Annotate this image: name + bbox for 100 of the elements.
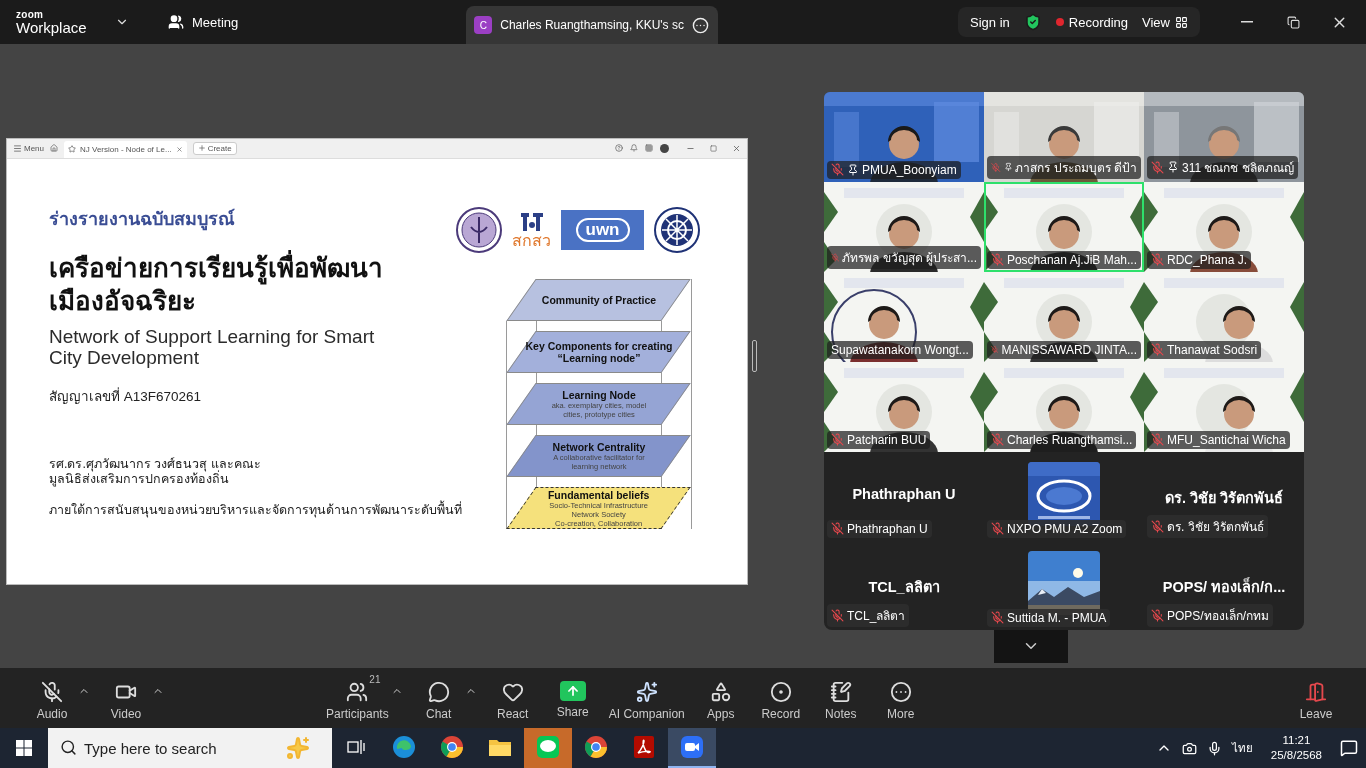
pin-icon (1167, 161, 1179, 173)
browser-tab[interactable]: NJ Version - Node of Le... (64, 140, 187, 158)
brand-mark: zoom (16, 9, 45, 20)
toolbar-button[interactable]: 21 Participants (320, 675, 395, 721)
mic-off-icon (991, 522, 1004, 535)
mic-off-icon (831, 163, 844, 176)
users-icon (168, 14, 184, 30)
participant-name: NXPO PMU A2 Zoom (1007, 521, 1123, 536)
video-tile[interactable]: PMUA_Boonyiam (824, 91, 984, 182)
mic-icon[interactable] (1206, 740, 1222, 756)
taskbar-app[interactable] (668, 728, 716, 768)
author-line: รศ.ดร.ศุภวัฒนากร วงศ์ธนวสุ และคณะ (49, 456, 261, 472)
apps-icon (709, 681, 732, 703)
shield-check-icon (1023, 13, 1042, 31)
leave-button[interactable]: Leave (1286, 675, 1346, 721)
record-icon (769, 681, 792, 703)
edge-icon (392, 735, 416, 759)
toolbar-button[interactable]: Chat (408, 675, 469, 721)
toolbar-button[interactable]: Video (96, 675, 156, 721)
toolbar-button[interactable]: React (482, 675, 543, 721)
mic-off-icon (991, 433, 1004, 446)
participant-display-name: POPS/ ทองเล็ก/ก... (1162, 576, 1286, 593)
video-tile[interactable]: MFU_Santichai Wicha (1144, 361, 1304, 452)
task-view-icon (347, 739, 365, 755)
video-tile[interactable]: Poschanan Aj.JiB Mah... (984, 181, 1144, 272)
pin-icon (1003, 161, 1013, 173)
participant-name: Patcharin BUU (847, 432, 927, 447)
toolbar-button[interactable]: Notes (810, 675, 871, 721)
pin-icon (847, 163, 859, 176)
mic-off-icon (831, 608, 844, 622)
pdf-icon (633, 735, 655, 759)
video-app-icon (680, 735, 704, 759)
recording-label: Recording (1068, 14, 1129, 30)
mic-off-icon (1151, 160, 1164, 174)
video-tile[interactable]: MANISSAWARD JINTA... (984, 271, 1144, 362)
english-title: Network of Support Learning for Smart (49, 325, 375, 347)
grid-icon (1175, 15, 1188, 29)
chat-icon (427, 681, 450, 703)
resize-handle[interactable] (752, 340, 757, 372)
video-tile[interactable]: Charles Ruangthamsi... (984, 361, 1144, 452)
clock-time: 11:21 (1282, 733, 1311, 748)
clock[interactable]: 11:21 25/8/2568 (1270, 733, 1322, 763)
toolbar-button[interactable]: Audio (22, 675, 82, 721)
menu-icon (13, 143, 22, 153)
close-icon[interactable] (175, 145, 183, 153)
participant-name: 311 ชณกช ชลิตภณญ์ (1182, 159, 1294, 177)
toolbar-button[interactable]: Share (542, 675, 603, 719)
share-tab[interactable]: C Charles Ruangthamsing, KKU's sc (466, 6, 719, 44)
meeting-tab[interactable]: Meeting (162, 13, 245, 31)
video-tile[interactable]: 311 ชณกช ชลิตภณญ์ (1144, 91, 1304, 182)
participant-name: Supawatanakorn Wongt... (831, 342, 969, 357)
notification-icon[interactable] (1340, 739, 1358, 757)
sign-in-link[interactable]: Sign in (970, 14, 1010, 30)
toolbar-button[interactable]: AI Companion (602, 675, 691, 721)
bell-icon[interactable] (630, 144, 638, 152)
video-tile[interactable]: ภาสกร ประถมบุตร ดีป้า (984, 91, 1144, 182)
support-note: ภายใต้การสนับสนุนของหน่วยบริหารและจัดการทุนด้านการพัฒนาระดับพื้นที่ (49, 502, 462, 518)
participant-name: ดร. วิชัย วิรัตกพันธ์ (1167, 518, 1264, 536)
mic-off-icon (1151, 343, 1164, 356)
language-indicator[interactable]: ไทย (1231, 739, 1253, 757)
close-icon[interactable] (732, 143, 741, 153)
menu-button[interactable]: Menu (13, 143, 44, 153)
view-button[interactable]: View (1142, 14, 1188, 30)
mic-off-icon (991, 160, 1001, 174)
help-icon[interactable] (615, 144, 623, 152)
more-icon[interactable] (691, 16, 709, 34)
seal-logo (456, 206, 502, 253)
more-icon (889, 681, 912, 703)
mic-off-icon (831, 522, 844, 535)
layer-title: Network Centrality (551, 440, 646, 453)
recording-dot (1055, 18, 1064, 26)
wheel-logo (654, 206, 700, 253)
heart-icon (501, 681, 524, 703)
slide-subtitle: ร่างรายงานฉบับสมบูรณ์ (49, 207, 235, 230)
grid-icon[interactable] (645, 144, 653, 152)
leave-icon (1305, 681, 1327, 703)
participant-name: RDC_Phana J. (1167, 252, 1248, 267)
video-tile[interactable]: ภัทรพล ขวัญสุด ผู้ประสา... (824, 181, 984, 272)
layer-title: Learning Node (560, 388, 637, 401)
video-tile[interactable]: Patcharin BUU (824, 361, 984, 452)
toolbar-button[interactable]: Apps (690, 675, 751, 721)
camera-icon[interactable] (1181, 740, 1197, 756)
participant-name: PMUA_Boonyiam (862, 162, 957, 177)
participant-name: TCL_ลลิตา (847, 607, 906, 625)
video-tile[interactable]: Thanawat Sodsri (1144, 271, 1304, 362)
video-tile[interactable]: Supawatanakorn Wongt... (824, 271, 984, 362)
video-tile[interactable]: RDC_Phana J. (1144, 181, 1304, 272)
create-button[interactable]: Create (192, 141, 237, 155)
author-line: มูลนิธิส่งเสริมการปกครองท้องถิ่น (49, 471, 229, 487)
mic-off-icon (1151, 433, 1164, 446)
search-field[interactable]: Type here to search (48, 728, 332, 768)
chrome-icon (440, 735, 464, 759)
sparkle-icon (635, 681, 658, 703)
participant-name: POPS/ทองเล็ก/กทม (1167, 607, 1269, 625)
mic-off-icon (831, 433, 844, 446)
mic-off-icon (1151, 519, 1164, 533)
avatar-icon[interactable] (660, 143, 669, 153)
toolbar-button[interactable]: More (870, 675, 931, 721)
toolbar-button[interactable]: Record (750, 675, 811, 721)
participant-display-name: TCL_ลลิตา (868, 577, 940, 593)
